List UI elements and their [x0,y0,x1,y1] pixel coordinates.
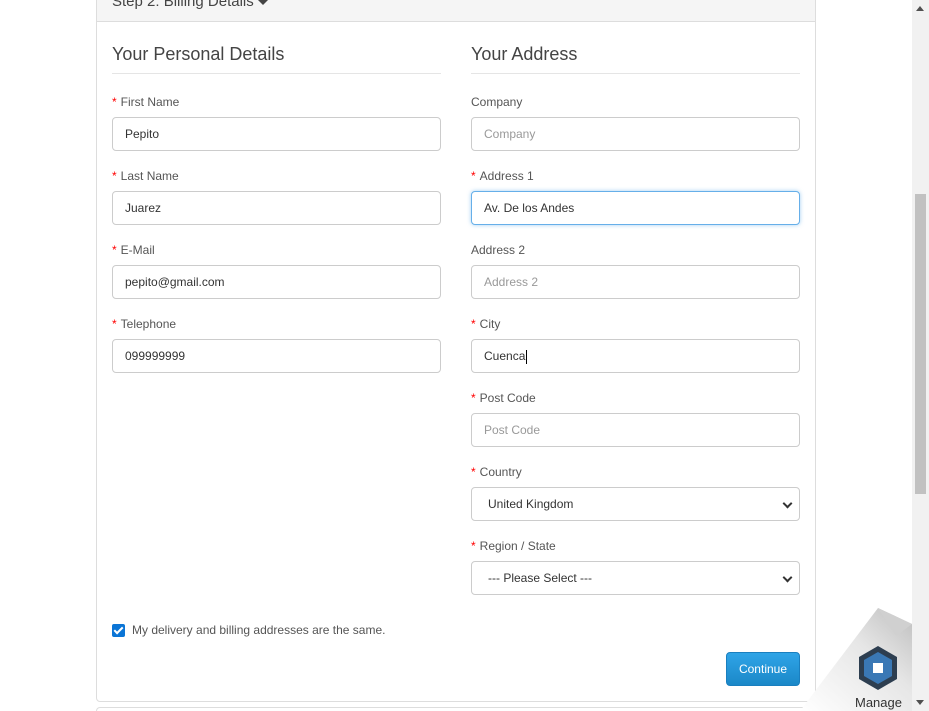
next-step-panel-edge [96,707,816,711]
postcode-label: * Post Code [471,391,536,405]
email-label: * E-Mail [112,243,155,257]
personal-details-heading: Your Personal Details [112,44,441,74]
city-label: * City [471,317,500,331]
text-cursor [526,349,528,364]
country-label: * Country [471,465,522,479]
country-selected-value: United Kingdom [488,497,574,511]
email-input[interactable]: pepito@gmail.com [112,265,441,299]
last-name-label: * Last Name [112,169,179,183]
scroll-up-arrow-icon[interactable] [916,6,924,11]
panel-title-text: Step 2: Billing Details [112,0,254,10]
required-marker: * [471,465,476,479]
required-marker: * [112,169,117,183]
address1-label: * Address 1 [471,169,534,183]
caret-down-icon [257,0,268,5]
page-scrollbar[interactable] [912,0,929,711]
required-marker: * [471,391,476,405]
required-marker: * [471,539,476,553]
region-select[interactable]: --- Please Select --- [471,561,800,595]
scroll-down-arrow-icon[interactable] [916,700,924,705]
scrollbar-thumb[interactable] [915,194,926,494]
required-marker: * [471,317,476,331]
email-label-text: E-Mail [120,243,155,257]
last-name-input[interactable]: Juarez [112,191,441,225]
address2-input[interactable]: Address 2 [471,265,800,299]
region-label: * Region / State [471,539,556,553]
city-input[interactable]: Cuenca [471,339,800,373]
required-marker: * [112,243,117,257]
address-heading: Your Address [471,44,800,74]
first-name-label-text: First Name [120,95,180,109]
required-marker: * [112,317,117,331]
manage-label[interactable]: Manage [855,695,902,710]
panel-title[interactable]: Step 2: Billing Details [112,0,268,10]
address1-input[interactable]: Av. De los Andes [471,191,800,225]
telephone-label: * Telephone [112,317,176,331]
company-input[interactable]: Company [471,117,800,151]
panel-heading[interactable]: Step 2: Billing Details [97,0,815,22]
postcode-input[interactable]: Post Code [471,413,800,447]
same-address-checkbox[interactable] [112,624,125,637]
first-name-label: * First Name [112,95,179,109]
telephone-input[interactable]: 099999999 [112,339,441,373]
required-marker: * [471,169,476,183]
country-label-text: Country [479,465,522,479]
last-name-label-text: Last Name [120,169,179,183]
chevron-down-icon [782,498,793,509]
same-address-label[interactable]: My delivery and billing addresses are th… [132,623,385,637]
continue-button[interactable]: Continue [726,652,800,686]
telephone-label-text: Telephone [120,317,177,331]
company-label: Company [471,95,523,109]
first-name-input[interactable]: Pepito [112,117,441,151]
region-selected-value: --- Please Select --- [488,571,593,585]
region-label-text: Region / State [479,539,556,553]
required-marker: * [112,95,117,109]
city-label-text: City [479,317,501,331]
city-input-value: Cuenca [484,349,526,363]
address2-label: Address 2 [471,243,526,257]
country-select[interactable]: United Kingdom [471,487,800,521]
postcode-label-text: Post Code [479,391,536,405]
chevron-down-icon [782,572,793,583]
address1-label-text: Address 1 [479,169,534,183]
